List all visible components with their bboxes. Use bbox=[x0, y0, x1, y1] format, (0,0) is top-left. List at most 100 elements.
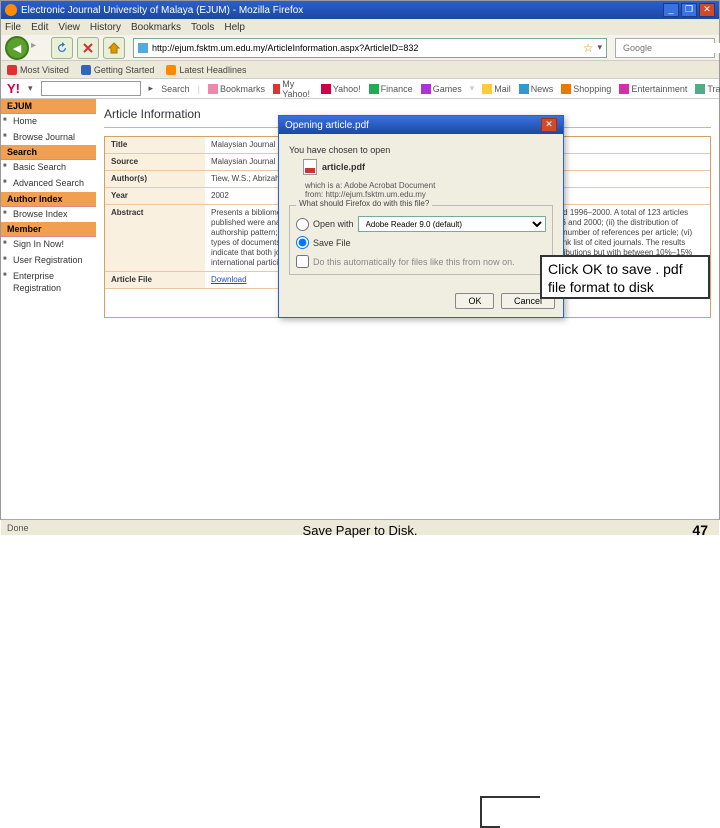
yahoo-item-label: Games bbox=[433, 84, 462, 94]
back-button[interactable]: ◄ bbox=[5, 36, 29, 60]
sidebar-item-browse-index[interactable]: Browse Index bbox=[1, 207, 96, 223]
stop-icon bbox=[83, 43, 93, 53]
mail-icon bbox=[482, 84, 492, 94]
home-button[interactable] bbox=[103, 37, 125, 59]
ok-button[interactable]: OK bbox=[455, 293, 494, 309]
yahoo-toolbar: Y! ▾ ▸ Search | Bookmarks My Yahoo! Yaho… bbox=[1, 79, 719, 99]
bookmarks-icon bbox=[208, 84, 218, 94]
news-icon bbox=[519, 84, 529, 94]
sidebar-item-browse-journal[interactable]: Browse Journal bbox=[1, 130, 96, 146]
yahoo-travel[interactable]: Travel bbox=[695, 84, 720, 94]
yahoo-myyahoo[interactable]: My Yahoo! bbox=[273, 79, 313, 99]
dialog-from: from: http://ejum.fsktm.um.edu.my bbox=[305, 190, 553, 199]
dialog-action-group: What should Firefox do with this file? O… bbox=[289, 205, 553, 275]
yahoo-item-label: Finance bbox=[381, 84, 413, 94]
label-file: Article File bbox=[105, 272, 205, 288]
yahoo-search-input[interactable] bbox=[41, 81, 141, 96]
bookmark-getting-started[interactable]: Getting Started bbox=[81, 65, 155, 75]
yahoo-entertainment[interactable]: Entertainment bbox=[619, 84, 687, 94]
label-authors: Author(s) bbox=[105, 171, 205, 187]
yahoo-yahoo[interactable]: Yahoo! bbox=[321, 84, 361, 94]
minimize-button[interactable]: _ bbox=[663, 3, 679, 17]
yahoo-games[interactable]: Games bbox=[421, 84, 462, 94]
site-icon bbox=[138, 43, 148, 53]
slide-caption: Save Paper to Disk. bbox=[0, 520, 720, 540]
bookmarks-bar: Most Visited Getting Started Latest Head… bbox=[1, 61, 719, 79]
window-title: Electronic Journal University of Malaya … bbox=[21, 5, 303, 16]
download-link[interactable]: Download bbox=[211, 275, 247, 284]
menu-file[interactable]: File bbox=[5, 22, 21, 33]
checkbox-auto[interactable]: Do this automatically for files like thi… bbox=[296, 255, 546, 268]
yahoo-search-arrow[interactable]: ▸ bbox=[149, 83, 154, 94]
sidebar-head-search: Search bbox=[1, 145, 96, 160]
menu-help[interactable]: Help bbox=[224, 22, 245, 33]
yahoo-item-label: Shopping bbox=[573, 84, 611, 94]
radio-save-label: Save File bbox=[313, 238, 351, 248]
stop-button[interactable] bbox=[77, 37, 99, 59]
radio-open-with[interactable]: Open with Adobe Reader 9.0 (default) bbox=[296, 216, 546, 232]
shopping-icon bbox=[561, 84, 571, 94]
open-with-select[interactable]: Adobe Reader 9.0 (default) bbox=[358, 216, 546, 232]
yahoo-news[interactable]: News bbox=[519, 84, 554, 94]
forward-button[interactable]: ▸ bbox=[31, 36, 47, 56]
url-input[interactable] bbox=[152, 43, 579, 53]
yahoo-item-label: Yahoo! bbox=[333, 84, 361, 94]
bookmark-star-icon[interactable]: ☆ bbox=[583, 41, 594, 55]
page-icon bbox=[81, 65, 91, 75]
close-button[interactable]: ✕ bbox=[699, 3, 715, 17]
sidebar-head-ejum: EJUM bbox=[1, 99, 96, 114]
maximize-button[interactable]: ❐ bbox=[681, 3, 697, 17]
search-box[interactable] bbox=[615, 38, 715, 58]
sidebar-item-user-reg[interactable]: User Registration bbox=[1, 253, 96, 269]
menu-tools[interactable]: Tools bbox=[191, 22, 214, 33]
yahoo-item-label: Entertainment bbox=[631, 84, 687, 94]
sidebar-item-enterprise-reg[interactable]: Enterprise Registration bbox=[1, 269, 96, 296]
radio-save-file[interactable]: Save File bbox=[296, 236, 546, 249]
download-dialog: Opening article.pdf ✕ You have chosen to… bbox=[278, 115, 564, 318]
yahoo-finance[interactable]: Finance bbox=[369, 84, 413, 94]
menu-bar: File Edit View History Bookmarks Tools H… bbox=[1, 19, 719, 35]
radio-open-input[interactable] bbox=[296, 218, 309, 231]
menu-bookmarks[interactable]: Bookmarks bbox=[131, 22, 181, 33]
firefox-icon bbox=[5, 4, 17, 16]
url-bar[interactable]: ☆ ▾ bbox=[133, 38, 607, 58]
dialog-close-button[interactable]: ✕ bbox=[541, 118, 557, 132]
yahoo-shopping[interactable]: Shopping bbox=[561, 84, 611, 94]
yahoo-logo[interactable]: Y! bbox=[7, 81, 20, 96]
bookmark-most-visited[interactable]: Most Visited bbox=[7, 65, 69, 75]
sidebar-item-advanced-search[interactable]: Advanced Search bbox=[1, 176, 96, 192]
radio-save-input[interactable] bbox=[296, 236, 309, 249]
myyahoo-icon bbox=[273, 84, 280, 94]
sidebar-item-home[interactable]: Home bbox=[1, 114, 96, 130]
yahoo-item-label: Bookmarks bbox=[220, 84, 265, 94]
yahoo-item-label: News bbox=[531, 84, 554, 94]
bookmark-label: Getting Started bbox=[94, 65, 155, 75]
yahoo-item-label: Mail bbox=[494, 84, 511, 94]
bookmark-label: Latest Headlines bbox=[179, 65, 246, 75]
dialog-filename: article.pdf bbox=[322, 162, 365, 172]
label-year: Year bbox=[105, 188, 205, 204]
menu-edit[interactable]: Edit bbox=[31, 22, 48, 33]
home-icon bbox=[108, 42, 120, 54]
search-input[interactable] bbox=[623, 43, 720, 53]
yahoo-dropdown-icon[interactable]: ▾ bbox=[28, 83, 33, 94]
dialog-chosen-text: You have chosen to open bbox=[289, 145, 553, 155]
slide-pagenum: 47 bbox=[692, 522, 708, 538]
dialog-filetype: which is a: Adobe Acrobat Document bbox=[305, 181, 553, 190]
yahoo-bookmarks[interactable]: Bookmarks bbox=[208, 84, 265, 94]
checkbox-auto-input[interactable] bbox=[296, 255, 309, 268]
sidebar-head-author-index: Author Index bbox=[1, 192, 96, 207]
reload-button[interactable] bbox=[51, 37, 73, 59]
label-source: Source bbox=[105, 154, 205, 170]
sidebar-item-basic-search[interactable]: Basic Search bbox=[1, 160, 96, 176]
bookmark-latest-headlines[interactable]: Latest Headlines bbox=[166, 65, 246, 75]
instruction-callout: Click OK to save . pdf file format to di… bbox=[540, 255, 710, 299]
pdf-icon bbox=[303, 159, 317, 175]
yahoo-mail[interactable]: Mail bbox=[482, 84, 511, 94]
dialog-group-title: What should Firefox do with this file? bbox=[296, 199, 432, 208]
sidebar: EJUM Home Browse Journal Search Basic Se… bbox=[1, 99, 96, 519]
sidebar-item-signin[interactable]: Sign In Now! bbox=[1, 237, 96, 253]
menu-view[interactable]: View bbox=[58, 22, 80, 33]
dropdown-icon[interactable]: ▾ bbox=[597, 42, 602, 53]
menu-history[interactable]: History bbox=[90, 22, 121, 33]
